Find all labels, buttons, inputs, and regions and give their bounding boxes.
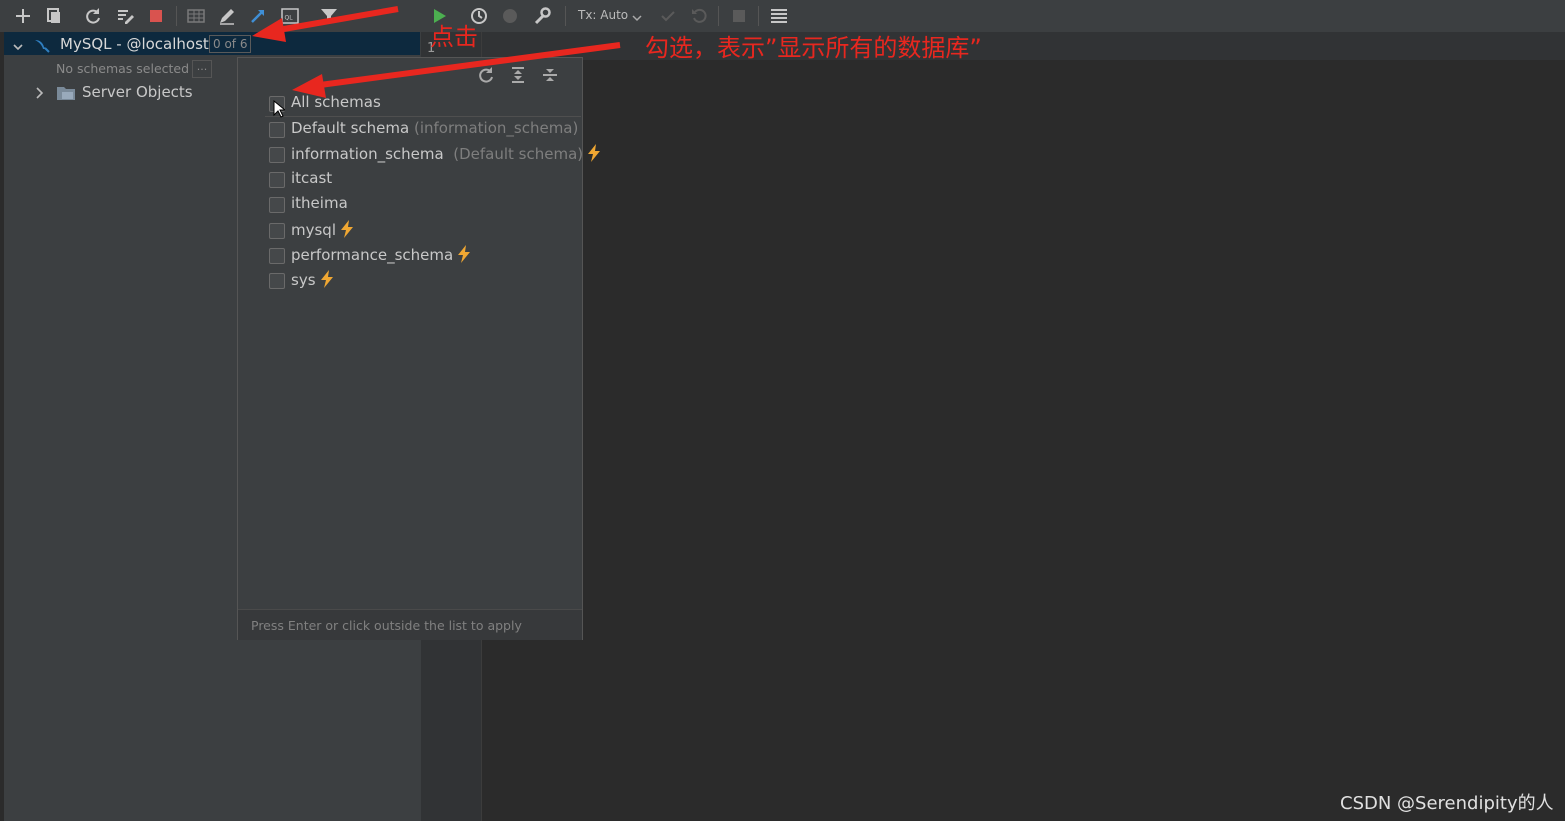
checkbox[interactable] — [269, 197, 285, 213]
option-label: sys — [291, 271, 316, 289]
divider — [265, 116, 581, 117]
folder-icon — [56, 84, 76, 106]
stop-square-icon[interactable] — [729, 6, 749, 26]
svg-text:QL: QL — [285, 15, 294, 22]
lightning-icon — [340, 220, 354, 242]
option-label: Default schema — [291, 119, 410, 137]
connection-label: MySQL - @localhost — [60, 35, 209, 53]
option-label: itheima — [291, 194, 348, 212]
server-objects-label[interactable]: Server Objects — [82, 83, 193, 101]
checkbox[interactable] — [269, 122, 285, 138]
more-button[interactable]: ... — [192, 60, 212, 78]
record-icon[interactable] — [500, 6, 520, 26]
lightning-icon — [457, 245, 471, 267]
table-icon[interactable] — [186, 6, 206, 26]
schema-count-badge[interactable]: 0 of 6 — [209, 35, 252, 53]
transaction-mode-label[interactable]: Tx: Auto — [578, 8, 628, 22]
wrench-icon[interactable] — [532, 6, 552, 26]
option-label: itcast — [291, 169, 333, 187]
option-subtext: (information_schema) — [413, 119, 579, 137]
mouse-cursor-icon — [273, 99, 287, 122]
sql-editor[interactable] — [482, 60, 1565, 821]
annotation-check: 勾选，表示”显示所有的数据库” — [645, 34, 982, 62]
schema-selection-popup: All schemas Default schema (information_… — [237, 57, 601, 640]
chevron-down-icon[interactable] — [631, 9, 643, 28]
option-label: All schemas — [291, 93, 381, 111]
list-icon[interactable] — [769, 6, 789, 26]
copy-icon[interactable] — [44, 6, 64, 26]
chevron-right-icon[interactable] — [33, 85, 45, 104]
popup-footer: Press Enter or click outside the list to… — [238, 609, 582, 640]
lightning-icon — [320, 270, 334, 292]
filter-icon[interactable] — [319, 6, 339, 26]
toolbar-separator — [758, 6, 759, 26]
chevron-down-icon[interactable] — [12, 38, 24, 57]
toolbar-separator — [176, 6, 177, 26]
pencil-icon[interactable] — [217, 6, 237, 26]
option-subtext: (Default schema) — [453, 145, 584, 163]
stop-icon[interactable] — [146, 6, 166, 26]
toolbar-separator — [718, 6, 719, 26]
commit-icon[interactable] — [658, 6, 678, 26]
option-label: performance_schema — [291, 246, 454, 264]
checkbox[interactable] — [269, 172, 285, 188]
watermark: CSDN @Serendipity的人 — [1340, 793, 1554, 814]
lightning-icon — [587, 144, 601, 166]
option-label: information_schema — [291, 145, 444, 163]
footer-hint: Press Enter or click outside the list to… — [251, 618, 522, 633]
checkbox[interactable] — [269, 248, 285, 264]
checkbox[interactable] — [269, 273, 285, 289]
annotation-click: 点击 — [430, 23, 478, 51]
checkbox[interactable] — [269, 147, 285, 163]
console-icon[interactable]: QL — [280, 6, 300, 26]
toolbar-separator — [565, 6, 566, 26]
mysql-dolphin-icon — [33, 36, 53, 58]
jump-icon[interactable] — [248, 6, 268, 26]
option-label: mysql — [291, 221, 336, 239]
expand-all-icon[interactable] — [509, 66, 527, 88]
rollback-icon[interactable] — [689, 6, 709, 26]
refresh-icon[interactable] — [83, 6, 103, 26]
collapse-all-icon[interactable] — [541, 66, 559, 88]
add-icon[interactable] — [13, 6, 33, 26]
edit-properties-icon[interactable] — [115, 6, 135, 26]
popup-header — [238, 58, 582, 90]
no-schemas-text: No schemas selected — [56, 61, 190, 76]
checkbox[interactable] — [269, 223, 285, 239]
refresh-icon[interactable] — [477, 66, 495, 88]
